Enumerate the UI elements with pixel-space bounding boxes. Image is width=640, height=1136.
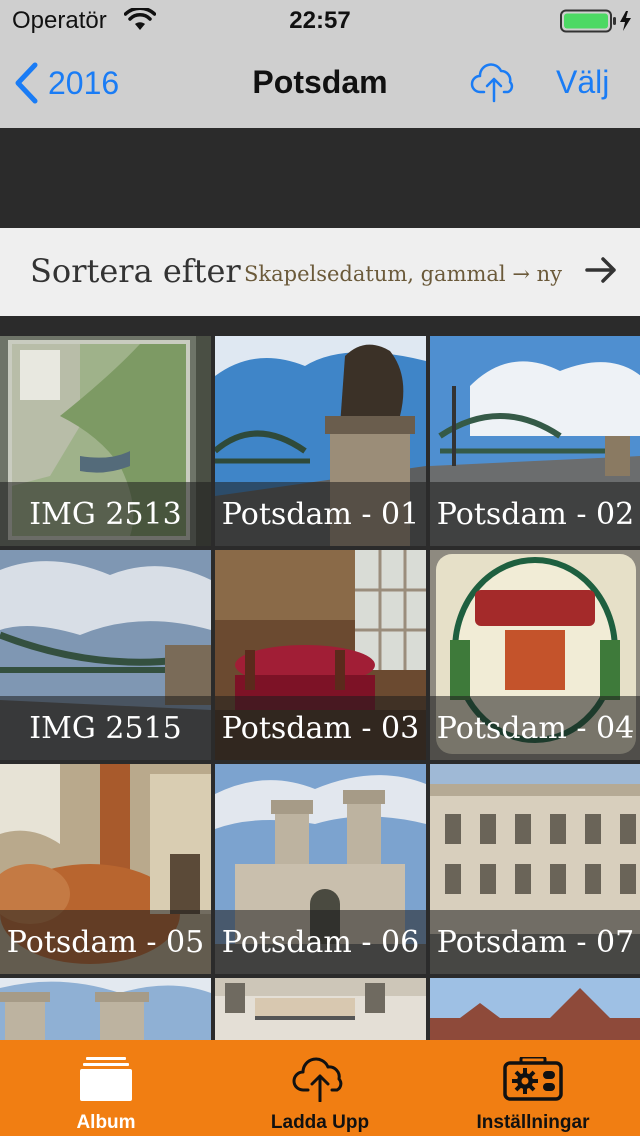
photo-tile[interactable]: IMG 2515 bbox=[0, 550, 211, 760]
photo-caption: IMG 2515 bbox=[29, 711, 182, 746]
photo-tile[interactable]: Potsdam - 06 bbox=[215, 764, 426, 974]
status-bar: Operatör 22:57 bbox=[0, 0, 640, 40]
photo-tile[interactable]: Potsdam - 05 bbox=[0, 764, 211, 974]
photo-tile[interactable]: IMG 2513 bbox=[0, 336, 211, 546]
tab-settings[interactable]: Inställningar bbox=[460, 1040, 606, 1136]
photo-caption: Potsdam - 02 bbox=[436, 497, 635, 532]
photo-tile[interactable]: Potsdam - 02 bbox=[430, 336, 640, 546]
tab-album-label: Album bbox=[76, 1112, 136, 1133]
photo-caption: IMG 2513 bbox=[29, 497, 182, 532]
photo-tile[interactable]: Potsdam - 03 bbox=[215, 550, 426, 760]
photo-grid: IMG 2513 Potsdam - 01 Potsdam - 02 IMG 2… bbox=[0, 336, 640, 1040]
sort-value: Skapelsedatum, gammal → ny bbox=[244, 262, 562, 286]
page-title: Potsdam bbox=[252, 64, 388, 100]
tab-upload-label: Ladda Upp bbox=[270, 1112, 370, 1133]
arrow-right-icon[interactable] bbox=[584, 253, 618, 292]
photo-tile[interactable]: Potsdam - 07 bbox=[430, 764, 640, 974]
cloud-upload-button[interactable] bbox=[470, 60, 518, 109]
photo-caption: Potsdam - 06 bbox=[221, 925, 420, 960]
photo-caption: Potsdam - 03 bbox=[221, 711, 420, 746]
photo-thumbnail bbox=[430, 978, 640, 1040]
navigation-bar: 2016 Potsdam Välj bbox=[0, 40, 640, 128]
photo-caption: Potsdam - 04 bbox=[436, 711, 635, 746]
photo-tile[interactable] bbox=[430, 978, 640, 1040]
tab-bar: Album Ladda Upp Inställningar bbox=[0, 1040, 640, 1136]
settings-camera-icon bbox=[503, 1056, 563, 1102]
photo-tile[interactable] bbox=[0, 978, 211, 1040]
photo-caption: Potsdam - 01 bbox=[221, 497, 420, 532]
cloud-upload-icon bbox=[291, 1056, 349, 1102]
tab-album[interactable]: Album bbox=[40, 1040, 172, 1136]
sort-bar[interactable]: Sortera efter Skapelsedatum, gammal → ny bbox=[0, 228, 640, 316]
photo-tile[interactable]: Potsdam - 01 bbox=[215, 336, 426, 546]
header-spacer bbox=[0, 128, 640, 228]
cloud-upload-icon bbox=[470, 63, 514, 103]
tab-upload[interactable]: Ladda Upp bbox=[250, 1040, 390, 1136]
select-button[interactable]: Välj bbox=[556, 64, 609, 101]
battery-icon bbox=[560, 9, 634, 38]
photo-caption: Potsdam - 05 bbox=[6, 925, 205, 960]
photo-thumbnail bbox=[215, 978, 426, 1040]
photo-tile[interactable]: Potsdam - 04 bbox=[430, 550, 640, 760]
clock: 22:57 bbox=[289, 7, 351, 34]
photo-tile[interactable] bbox=[215, 978, 426, 1040]
photo-caption: Potsdam - 07 bbox=[436, 925, 635, 960]
tab-settings-label: Inställningar bbox=[476, 1112, 590, 1133]
sort-label: Sortera efter bbox=[30, 252, 241, 290]
album-icon bbox=[80, 1056, 132, 1102]
photo-thumbnail bbox=[0, 978, 211, 1040]
